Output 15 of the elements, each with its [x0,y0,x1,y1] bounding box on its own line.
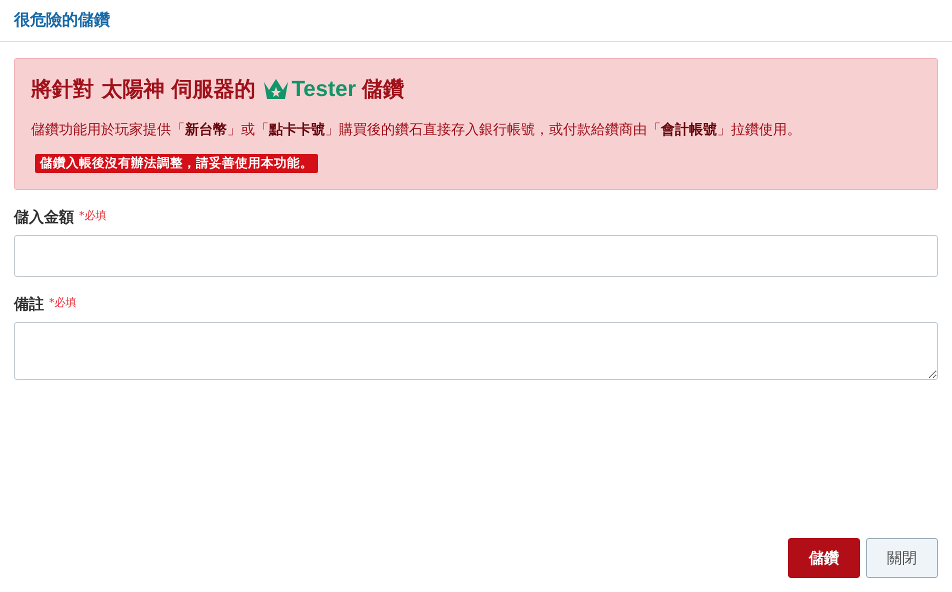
crown-logo-icon [262,77,290,101]
remark-field[interactable] [14,322,938,380]
warning-label: 儲鑽入帳後沒有辦法調整，請妥善使用本功能。 [35,154,318,173]
alert-message: 儲鑽功能用於玩家提供「新台幣」或「點卡卡號」購買後的鑽石直接存入銀行帳號，或付款給鑽商由「會計帳號」拉鑽使用。 [31,121,802,139]
amount-field[interactable] [14,235,938,277]
window-title: 很危險的儲鑽 [14,10,110,31]
required-note: *必填 [49,295,76,310]
close-button[interactable]: 關閉 [866,538,938,578]
required-note: *必填 [79,208,106,223]
field-label: 儲入金額 [14,208,74,227]
alert-heading-suffix: 儲鑽 [362,76,404,103]
alert-heading: 將針對 太陽神 伺服器的 [31,76,256,103]
submit-button[interactable]: 儲鑽 [788,538,860,578]
brand-name: Tester [292,76,356,102]
field-label: 備註 [14,295,44,314]
